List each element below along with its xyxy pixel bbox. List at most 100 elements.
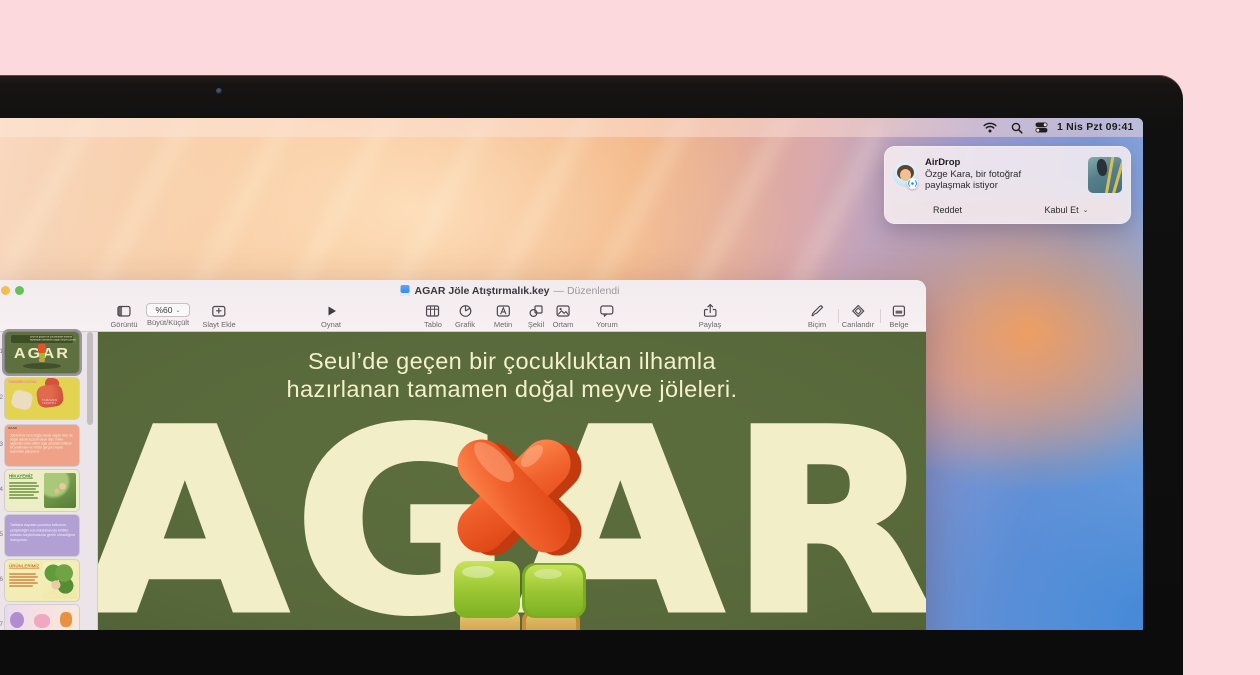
comment-icon: [599, 303, 616, 319]
mini-text-line: [9, 482, 37, 484]
zoom-window-button[interactable]: [15, 286, 24, 295]
mini-text-line: [9, 488, 36, 490]
table-icon: [425, 303, 442, 319]
menu-bar: 1 Nis Pzt 09:41: [0, 118, 1143, 137]
slide-thumbnail-4[interactable]: HİKAYEMİZ: [5, 470, 79, 511]
decline-button[interactable]: Reddet: [891, 202, 1004, 218]
screen: 1 Nis Pzt 09:41 AirDrop Özge Kara, bir f…: [0, 118, 1143, 630]
mini-photo: [43, 562, 77, 599]
document-button[interactable]: Belge: [889, 303, 908, 329]
notification-title: AirDrop: [925, 157, 960, 168]
mini-blob: [10, 612, 24, 628]
shape-icon: [528, 303, 545, 319]
sidebar-scrollbar[interactable]: [87, 332, 93, 425]
webcam: [216, 88, 222, 94]
slide-number: 3: [0, 441, 3, 448]
slide-heading-line1: Seul’de geçen bir çocukluktan ilhamla: [98, 348, 926, 376]
mini-paragraph: Jölelerimiz hem doğal olarak vegan hem d…: [10, 434, 75, 454]
window-chrome: AGAR Jöle Atıştırmalık.key— Düzenlendi G…: [0, 280, 926, 332]
mini-header: AGAR: [8, 427, 17, 430]
mini-label: TAMAMEN DOĞAL: [8, 381, 37, 384]
toolbar-separator: [838, 309, 839, 323]
slide-number: 1: [0, 348, 3, 355]
comment-button[interactable]: Yorum: [596, 303, 617, 329]
mini-text-line: [9, 576, 38, 578]
mini-title: ÜRÜNLERİMİZ: [9, 564, 39, 569]
minimize-button[interactable]: [1, 286, 10, 295]
chevron-down-icon: ⌄: [1083, 206, 1089, 214]
slide-thumbnail-2[interactable]: TAMAMEN DOĞAL TAMAMEN LEZZETLİ: [5, 378, 79, 419]
search-icon[interactable]: [1011, 122, 1023, 134]
shared-photo-thumbnail: [1088, 157, 1122, 193]
add-slide-icon: [210, 303, 227, 319]
mini-jelly-x: [38, 344, 46, 353]
view-button[interactable]: Görüntü: [110, 303, 137, 329]
toolbar-separator: [880, 309, 881, 323]
animate-icon: [850, 303, 867, 319]
share-icon: [701, 303, 718, 319]
slide-number: 2: [0, 394, 3, 401]
mini-jelly-shadow: [23, 363, 61, 369]
mini-text-line: [9, 585, 33, 587]
text-button[interactable]: Metin: [494, 303, 512, 329]
slide-number: 4: [0, 486, 3, 493]
slide-number: 5: [0, 531, 3, 538]
play-icon: [322, 303, 339, 319]
window-title: AGAR Jöle Atıştırmalık.key— Düzenlendi: [401, 285, 620, 297]
modified-status: — Düzenlendi: [554, 285, 620, 297]
format-button[interactable]: Biçim: [808, 303, 826, 329]
mini-paragraph: Tatlılara duyulan çocuksu tutkunun, yeti…: [10, 523, 77, 543]
slide-canvas[interactable]: Seul’de geçen bir çocukluktan ilhamla ha…: [98, 332, 926, 630]
animate-button[interactable]: Canlandır: [842, 303, 875, 329]
control-center-icon[interactable]: [1035, 122, 1048, 133]
mini-heading-box: Seul’de geçen bir çocukluktan ilhamla ha…: [11, 335, 73, 343]
slide-thumbnail-1[interactable]: Seul’de geçen bir çocukluktan ilhamla ha…: [5, 332, 79, 373]
mini-text-line: [9, 491, 39, 493]
zoom-control[interactable]: %60⌄ Büyüt/Küçült: [146, 303, 190, 327]
jelly-x: [448, 430, 592, 566]
slide-thumbnail-3[interactable]: AGAR Jölelerimiz hem doğal olarak vegan …: [5, 425, 79, 466]
wifi-icon[interactable]: [983, 122, 997, 133]
play-button[interactable]: Oynat: [321, 303, 341, 329]
format-brush-icon: [809, 303, 826, 319]
mini-label: TAMAMEN LEZZETLİ: [42, 399, 61, 405]
add-slide-button[interactable]: Slayt Ekle: [202, 303, 235, 329]
mini-blob: [60, 612, 72, 627]
table-button[interactable]: Tablo: [424, 303, 442, 329]
mini-text-line: [9, 573, 36, 575]
slide-thumbnail-5[interactable]: Tatlılara duyulan çocuksu tutkunun, yeti…: [5, 515, 79, 556]
chart-icon: [456, 303, 473, 319]
photo-subject: [1096, 158, 1108, 176]
mini-blob: [34, 614, 50, 628]
mini-text-line: [9, 494, 34, 496]
mini-title: HİKAYEMİZ: [9, 474, 33, 479]
share-button[interactable]: Paylaş: [699, 303, 722, 329]
slide-number: 7: [0, 621, 3, 628]
keynote-doc-icon: [401, 285, 410, 296]
chevron-down-icon: ⌄: [175, 307, 180, 314]
zoom-dropdown[interactable]: %60⌄: [146, 303, 190, 317]
jelly-stack-graphic: [436, 420, 601, 630]
media-button[interactable]: Ortam: [553, 303, 574, 329]
keynote-window: AGAR Jöle Atıştırmalık.key— Düzenlendi G…: [0, 280, 926, 630]
mini-text-line: [9, 497, 38, 499]
shape-button[interactable]: Şekil: [528, 303, 545, 329]
view-icon: [115, 303, 132, 319]
laptop-bezel: 1 Nis Pzt 09:41 AirDrop Özge Kara, bir f…: [0, 75, 1183, 675]
menu-bar-clock[interactable]: 1 Nis Pzt 09:41: [1057, 121, 1134, 133]
notification-message-line1: Özge Kara, bir fotoğraf: [925, 169, 1021, 180]
document-icon: [891, 303, 908, 319]
slide-thumbnail-7[interactable]: [5, 605, 79, 630]
slide-navigator: 1 Seul’de geçen bir çocukluktan ilhamla …: [0, 332, 98, 630]
accept-button[interactable]: Kabul Et⌄: [1010, 202, 1123, 218]
mini-jelly-tan: [39, 358, 45, 362]
airdrop-notification[interactable]: AirDrop Özge Kara, bir fotoğraf paylaşma…: [884, 146, 1131, 224]
notification-message-line2: paylaşmak istiyor: [925, 180, 998, 191]
mini-jelly-cream: [10, 389, 34, 411]
slide-number: 6: [0, 576, 3, 583]
airdrop-badge-icon: [907, 178, 918, 189]
chart-button[interactable]: Grafik: [455, 303, 475, 329]
mini-text-line: [9, 579, 35, 581]
slide-thumbnail-6[interactable]: ÜRÜNLERİMİZ: [5, 560, 79, 601]
media-icon: [555, 303, 572, 319]
